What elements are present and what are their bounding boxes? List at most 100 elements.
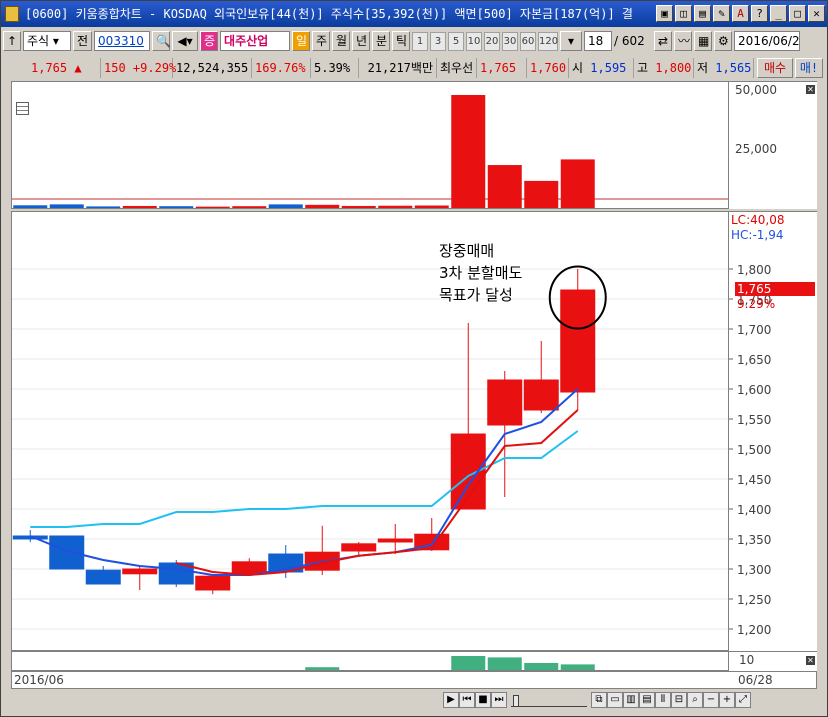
maximize-icon[interactable]: □ [789, 5, 806, 22]
speaker-icon[interactable]: ◀▾ [172, 31, 199, 51]
app-icon [5, 6, 19, 22]
copy-icon[interactable]: ⧉ [591, 692, 607, 708]
chart-tool-icon[interactable]: 〰 [674, 31, 693, 51]
volume-bar [305, 204, 340, 208]
sub-bar [451, 656, 486, 670]
date-start: 2016/06 [14, 673, 64, 687]
current-pct-tag: 9.29% [737, 297, 776, 311]
best-bid: 1,760 [527, 58, 569, 78]
high-value: 1,800 [655, 61, 692, 75]
sub-pane-close-icon[interactable]: ✕ [806, 656, 815, 665]
zoom-out-icon[interactable]: − [703, 692, 719, 708]
market-select[interactable]: 주식 ▾ [23, 31, 71, 51]
date-input[interactable]: 2016/06/2 [734, 31, 801, 51]
edit-icon[interactable]: ✎ [713, 5, 730, 22]
font-icon[interactable]: A [732, 5, 749, 22]
sub-bar [524, 663, 559, 670]
annotation-text: 장중매매 3차 분할매도 목표가 달성 [439, 240, 522, 306]
interval-120[interactable]: 120 [538, 31, 558, 51]
split-icon[interactable]: ⊟ [671, 692, 687, 708]
period-tick[interactable]: 틱 [392, 31, 411, 51]
buy-button[interactable]: 매수 [757, 58, 793, 78]
count-total: / 602 [614, 34, 645, 48]
lc-label: LC:40,08 [731, 213, 785, 227]
zoom-slider[interactable] [511, 693, 587, 707]
market-select-value: 주식 [27, 34, 50, 48]
interval-10[interactable]: 10 [466, 31, 483, 51]
period-week[interactable]: 주 [312, 31, 331, 51]
minimize-icon[interactable]: _ [770, 5, 787, 22]
volume-axis-label: 50,000 [735, 83, 777, 97]
volume-pane[interactable] [11, 81, 729, 209]
turnover-pct: 5.39% [311, 58, 359, 78]
pin-icon[interactable]: ↑ [3, 31, 21, 51]
interval-5[interactable]: 5 [448, 31, 465, 51]
rewind-icon[interactable]: ⏮ [459, 692, 475, 708]
window-list-icon[interactable]: ▤ [694, 5, 711, 22]
stop-icon[interactable]: ■ [475, 692, 491, 708]
period-month[interactable]: 월 [332, 31, 351, 51]
window-icon[interactable]: ▭ [607, 692, 623, 708]
price-axis-label: 1,700 [737, 323, 771, 337]
high-price: 고 1,800 [634, 58, 694, 78]
volume-bar [341, 205, 376, 208]
arrows-icon[interactable]: ⇄ [654, 31, 673, 51]
sub-axis: 10 ✕ [729, 651, 817, 671]
settings-icon[interactable]: ⚙ [714, 31, 733, 51]
sub-axis-label: 10 [739, 653, 755, 667]
pane-close-icon[interactable]: ✕ [806, 85, 815, 94]
price-axis-label: 1,400 [737, 503, 771, 517]
forward-icon[interactable]: ⏭ [491, 692, 507, 708]
close-icon[interactable]: ✕ [808, 5, 825, 22]
window-cascade-icon[interactable]: ◫ [675, 5, 692, 22]
volume-bar [195, 206, 230, 208]
play-icon[interactable]: ▶ [443, 692, 459, 708]
period-year[interactable]: 년 [352, 31, 371, 51]
columns-icon[interactable]: ▤ [639, 692, 655, 708]
search-icon[interactable]: 🔍 [152, 31, 171, 51]
help-icon[interactable]: ? [751, 5, 768, 22]
volume-bar [232, 206, 267, 208]
volume-bar [524, 180, 559, 208]
count-input[interactable]: 18 [584, 31, 613, 51]
volume-pct: 169.76% [252, 58, 311, 78]
zoom-in-icon[interactable]: + [719, 692, 735, 708]
change-value: 150 [104, 61, 126, 75]
interval-3[interactable]: 3 [430, 31, 447, 51]
interval-dropdown[interactable]: ▾ [560, 31, 583, 51]
interval-1[interactable]: 1 [412, 31, 429, 51]
interval-30[interactable]: 30 [502, 31, 519, 51]
candle-body [122, 568, 158, 575]
candle-body [49, 535, 85, 570]
high-label: 고 [637, 61, 649, 75]
bars-icon[interactable]: ⫴ [655, 692, 671, 708]
period-day[interactable]: 일 [292, 31, 311, 51]
low-price: 저 1,565 [694, 58, 754, 78]
sell-button[interactable]: 매! [795, 58, 823, 78]
quote-bar: 1,765 ▲ 150 +9.29% 12,524,355 169.76% 5.… [1, 56, 827, 80]
interval-20[interactable]: 20 [484, 31, 501, 51]
candle-body [341, 543, 377, 552]
magnify-icon[interactable]: ⌕ [687, 692, 703, 708]
grid-icon[interactable] [16, 102, 29, 115]
period-minute[interactable]: 분 [372, 31, 391, 51]
annotation-line-1: 장중매매 [439, 242, 495, 260]
jeon-button[interactable]: 전 [73, 31, 93, 51]
sub-indicator-pane[interactable] [11, 651, 729, 671]
interval-60[interactable]: 60 [520, 31, 537, 51]
image-icon[interactable]: ▦ [694, 31, 713, 51]
layout-icon[interactable]: ▥ [623, 692, 639, 708]
candle-body [231, 561, 267, 575]
current-price: 1,765 ▲ [1, 58, 101, 78]
window-tile-icon[interactable]: ▣ [656, 5, 673, 22]
price-pane[interactable]: 장중매매 3차 분할매도 목표가 달성 [11, 211, 729, 651]
volume-bar [159, 206, 194, 208]
stock-name: 대주산업 [220, 31, 291, 51]
fit-icon[interactable]: ⤢ [735, 692, 751, 708]
current-price-tag: 1,765 [735, 282, 815, 296]
price-axis-label: 1,500 [737, 443, 771, 457]
hc-label: HC:-1,94 [731, 228, 784, 242]
volume-bar [560, 159, 595, 208]
volume-bar [86, 206, 121, 208]
stock-code-input[interactable]: 003310 [94, 31, 151, 51]
